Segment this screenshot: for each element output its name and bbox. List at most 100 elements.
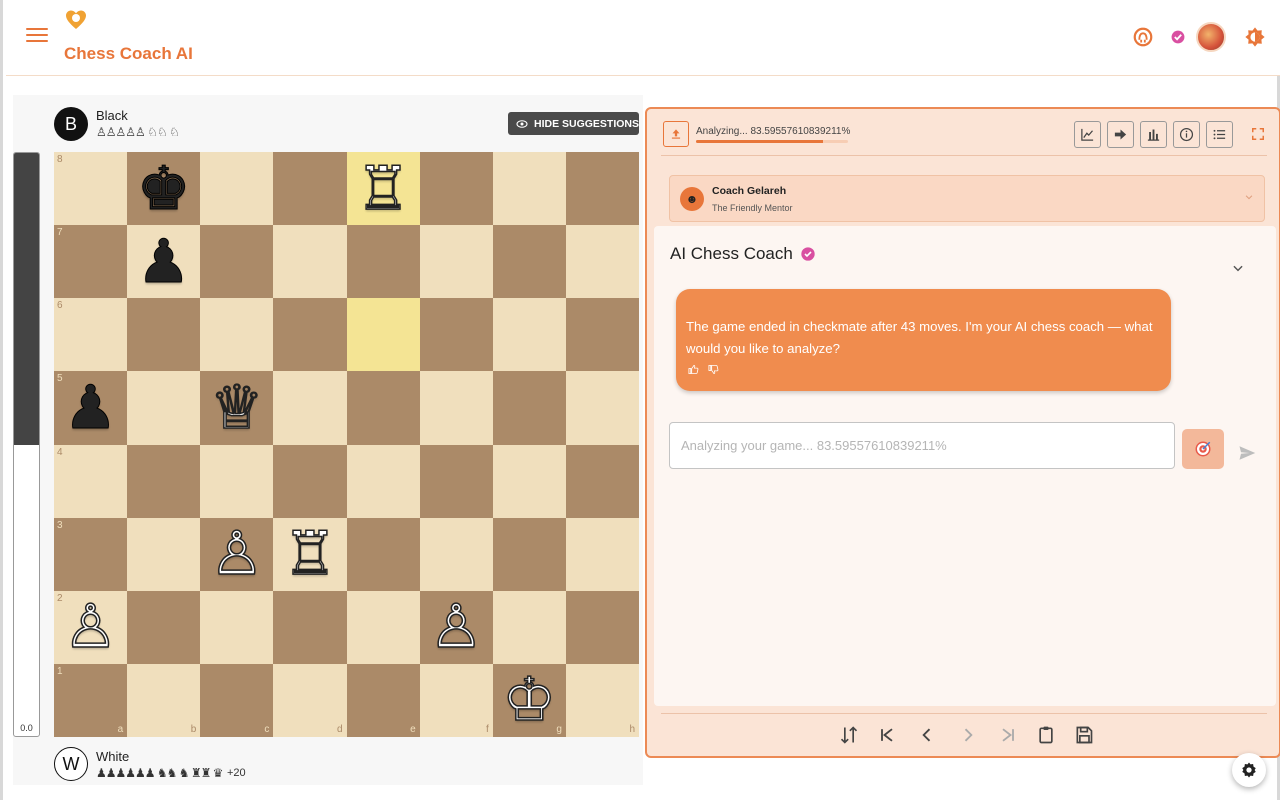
square-g4[interactable] [492, 444, 566, 518]
square-a1[interactable]: 1a [54, 663, 128, 737]
previous-move-icon[interactable] [917, 725, 937, 745]
square-h1[interactable]: h [565, 663, 639, 737]
square-f7[interactable] [419, 225, 493, 299]
chess-piece[interactable]: ♕ [209, 377, 264, 439]
square-e5[interactable] [346, 371, 420, 445]
next-move-icon[interactable] [958, 725, 978, 745]
first-move-icon[interactable] [877, 725, 897, 745]
line-chart-button[interactable] [1074, 121, 1101, 148]
arrow-button[interactable] [1107, 121, 1134, 148]
square-e2[interactable] [346, 590, 420, 664]
square-d1[interactable]: d [273, 663, 347, 737]
square-a8[interactable]: 8 [54, 152, 128, 226]
info-button[interactable] [1173, 121, 1200, 148]
list-button[interactable] [1206, 121, 1233, 148]
square-f1[interactable]: f [419, 663, 493, 737]
square-d7[interactable] [273, 225, 347, 299]
flip-board-icon[interactable] [839, 725, 859, 745]
square-c6[interactable] [200, 298, 274, 372]
square-d3[interactable]: ♖ [273, 517, 347, 591]
square-a4[interactable]: 4 [54, 444, 128, 518]
verified-badge-icon[interactable] [1167, 26, 1189, 48]
last-move-icon[interactable] [998, 725, 1018, 745]
square-b6[interactable] [127, 298, 201, 372]
square-f6[interactable] [419, 298, 493, 372]
square-d4[interactable] [273, 444, 347, 518]
square-b4[interactable] [127, 444, 201, 518]
square-h7[interactable] [565, 225, 639, 299]
settings-button[interactable] [1232, 753, 1266, 787]
square-e6[interactable] [346, 298, 420, 372]
square-d8[interactable] [273, 152, 347, 226]
chess-piece[interactable]: ♚ [136, 158, 191, 219]
thumbs-down-icon[interactable] [708, 364, 719, 375]
github-icon[interactable] [1132, 26, 1154, 48]
coach-selector[interactable]: ☻ Coach Gelareh The Friendly Mentor [669, 175, 1265, 222]
square-c3[interactable]: ♙ [200, 517, 274, 591]
square-c4[interactable] [200, 444, 274, 518]
square-h3[interactable] [565, 517, 639, 591]
square-b7[interactable]: ♟ [127, 225, 201, 299]
square-e4[interactable] [346, 444, 420, 518]
thumbs-up-icon[interactable] [688, 364, 699, 375]
square-h2[interactable] [565, 590, 639, 664]
chess-piece[interactable]: ♖ [355, 157, 410, 219]
square-c7[interactable] [200, 225, 274, 299]
square-g2[interactable] [492, 590, 566, 664]
chess-piece[interactable]: ♟ [136, 231, 191, 292]
square-a3[interactable]: 3 [54, 517, 128, 591]
chat-input[interactable] [669, 422, 1175, 469]
square-g8[interactable] [492, 152, 566, 226]
square-d2[interactable] [273, 590, 347, 664]
send-icon[interactable] [1237, 444, 1257, 462]
square-a5[interactable]: 5 ♟ [54, 371, 128, 445]
theme-toggle-icon[interactable] [1244, 26, 1266, 48]
square-b3[interactable] [127, 517, 201, 591]
square-f8[interactable] [419, 152, 493, 226]
chess-piece[interactable]: ♟ [63, 377, 118, 438]
square-b8[interactable]: ♚ [127, 152, 201, 226]
avatar[interactable] [1196, 22, 1226, 52]
chess-piece[interactable]: ♙ [429, 596, 484, 658]
square-c5[interactable]: ♕ [200, 371, 274, 445]
square-b5[interactable] [127, 371, 201, 445]
square-e3[interactable] [346, 517, 420, 591]
square-f3[interactable] [419, 517, 493, 591]
square-d6[interactable] [273, 298, 347, 372]
bar-chart-button[interactable] [1140, 121, 1167, 148]
chess-piece[interactable]: ♖ [282, 523, 337, 585]
square-c2[interactable] [200, 590, 274, 664]
square-f5[interactable] [419, 371, 493, 445]
square-e8[interactable]: ♖ [346, 152, 420, 226]
square-a2[interactable]: 2 ♙ [54, 590, 128, 664]
expand-icon[interactable] [1251, 127, 1265, 141]
square-b2[interactable] [127, 590, 201, 664]
square-h5[interactable] [565, 371, 639, 445]
square-e7[interactable] [346, 225, 420, 299]
save-icon[interactable] [1074, 725, 1094, 745]
chevron-down-icon[interactable] [1231, 261, 1245, 275]
square-g1[interactable]: g ♔ [492, 663, 566, 737]
menu-icon[interactable] [26, 28, 48, 46]
square-a6[interactable]: 6 [54, 298, 128, 372]
hide-suggestions-button[interactable]: HIDE SUGGESTIONS [508, 112, 639, 135]
square-g7[interactable] [492, 225, 566, 299]
square-c8[interactable] [200, 152, 274, 226]
square-f4[interactable] [419, 444, 493, 518]
square-f2[interactable]: ♙ [419, 590, 493, 664]
square-h4[interactable] [565, 444, 639, 518]
square-h6[interactable] [565, 298, 639, 372]
square-g5[interactable] [492, 371, 566, 445]
clipboard-icon[interactable] [1036, 725, 1056, 745]
square-c1[interactable]: c [200, 663, 274, 737]
chess-piece[interactable]: ♔ [502, 669, 557, 731]
square-d5[interactable] [273, 371, 347, 445]
upload-button[interactable] [663, 121, 689, 147]
chess-piece[interactable]: ♙ [209, 523, 264, 585]
square-h8[interactable] [565, 152, 639, 226]
chess-piece[interactable]: ♙ [63, 596, 118, 658]
square-g6[interactable] [492, 298, 566, 372]
chess-board[interactable]: 8 ♚ ♖ 7 ♟ 6 5 ♟ ♕ 4 3 ♙ ♖ 2 ♙ ♙ 1 a b c d e f g ♔ h [54, 152, 639, 737]
square-b1[interactable]: b [127, 663, 201, 737]
square-g3[interactable] [492, 517, 566, 591]
